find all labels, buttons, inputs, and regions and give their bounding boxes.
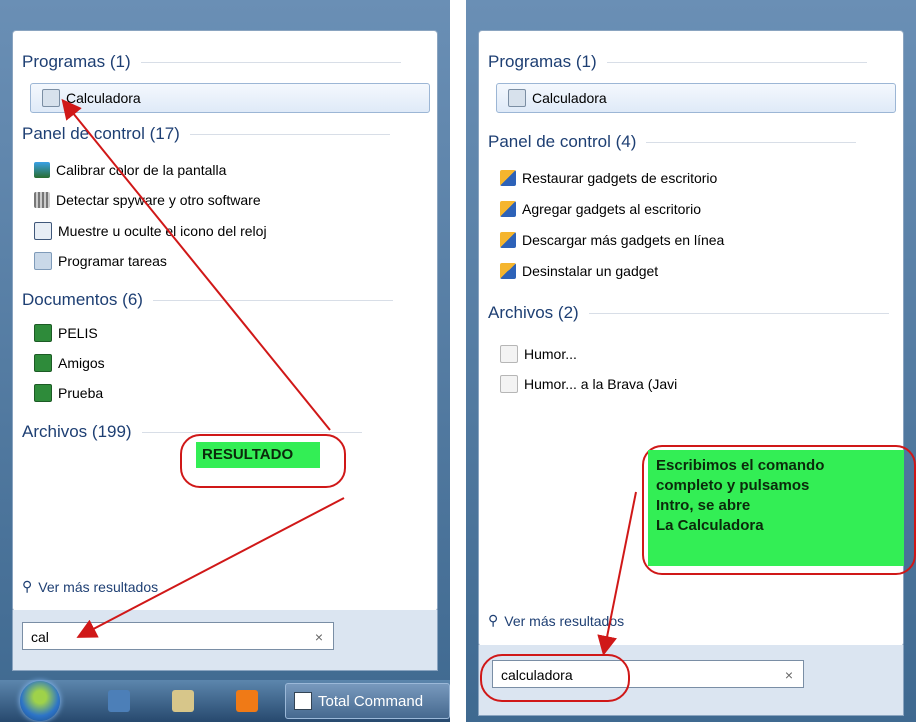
floppy-icon — [294, 692, 312, 710]
item-label: Humor... — [524, 346, 577, 362]
annotation-text: completo y pulsamos — [656, 477, 810, 494]
annotation-label: RESULTADO — [196, 442, 320, 468]
gadget-icon — [500, 170, 516, 186]
annotation-label: Escribimos el comando completo y pulsamo… — [648, 450, 904, 566]
document-item[interactable]: PELIS — [34, 324, 98, 342]
see-more-results-link[interactable]: ⚲ Ver más resultados — [22, 578, 158, 595]
scheduler-icon — [34, 252, 52, 270]
item-label: Restaurar gadgets de escritorio — [522, 170, 718, 186]
more-label: Ver más resultados — [504, 612, 625, 629]
search-icon: ⚲ — [22, 578, 33, 594]
item-label: Desinstalar un gadget — [522, 263, 659, 279]
annotation-text: RESULTADO — [202, 446, 294, 463]
control-panel-item[interactable]: Desinstalar un gadget — [500, 263, 658, 279]
mail-icon — [500, 345, 518, 363]
control-panel-item[interactable]: Detectar spyware y otro software — [34, 192, 261, 208]
control-panel-item[interactable]: Programar tareas — [34, 252, 167, 270]
item-label: Detectar spyware y otro software — [56, 192, 261, 208]
category-control-panel: Panel de control (4) — [488, 132, 857, 152]
category-control-panel: Panel de control (17) — [22, 124, 390, 144]
category-label: Panel de control (17) — [22, 124, 180, 143]
search-annotation-oval — [480, 654, 630, 702]
category-label: Documentos (6) — [22, 290, 143, 309]
mail-icon — [500, 375, 518, 393]
program-item-calculadora[interactable]: Calculadora — [42, 89, 141, 107]
search-value: cal — [31, 629, 49, 645]
gadget-icon — [500, 232, 516, 248]
category-documents: Documentos (6) — [22, 290, 393, 310]
annotation-text: Intro, se abre — [656, 497, 751, 514]
excel-icon — [34, 354, 52, 372]
annotation-text: Escribimos el comando — [656, 457, 825, 474]
see-more-results-link[interactable]: ⚲ Ver más resultados — [488, 612, 624, 629]
category-files: Archivos (2) — [488, 303, 889, 323]
start-button[interactable] — [20, 681, 60, 721]
gadget-icon — [500, 201, 516, 217]
item-label: Programar tareas — [58, 253, 167, 269]
results-pane — [12, 30, 438, 612]
calculator-icon — [42, 89, 60, 107]
ie-icon[interactable] — [108, 690, 130, 712]
item-label: Muestre u oculte el icono del reloj — [58, 223, 267, 239]
item-label: Calculadora — [66, 90, 141, 106]
document-item[interactable]: Amigos — [34, 354, 105, 372]
control-panel-item[interactable]: Agregar gadgets al escritorio — [500, 201, 701, 217]
taskbar-label: Total Command — [318, 692, 424, 710]
category-label: Programas (1) — [488, 52, 597, 71]
excel-icon — [34, 384, 52, 402]
taskbar-icon — [34, 222, 52, 240]
document-item[interactable]: Prueba — [34, 384, 103, 402]
clear-search-button[interactable]: × — [315, 623, 323, 651]
left-start-menu: Programas (1) Calculadora Panel de contr… — [0, 0, 450, 722]
category-programs: Programas (1) — [488, 52, 867, 72]
category-programs: Programas (1) — [22, 52, 401, 72]
program-item-calculadora[interactable]: Calculadora — [508, 89, 607, 107]
defender-icon — [34, 192, 50, 208]
item-label: PELIS — [58, 325, 98, 341]
more-label: Ver más resultados — [38, 578, 159, 595]
category-label: Programas (1) — [22, 52, 131, 71]
control-panel-item[interactable]: Muestre u oculte el icono del reloj — [34, 222, 267, 240]
monitor-icon — [34, 162, 50, 178]
category-label: Panel de control (4) — [488, 132, 637, 151]
gadget-icon — [500, 263, 516, 279]
taskbar-item-total-commander[interactable]: Total Command — [285, 683, 450, 719]
control-panel-item[interactable]: Calibrar color de la pantalla — [34, 162, 226, 178]
file-item[interactable]: Humor... a la Brava (Javi — [500, 375, 677, 393]
file-item[interactable]: Humor... — [500, 345, 577, 363]
item-label: Calculadora — [532, 90, 607, 106]
media-player-icon[interactable] — [236, 690, 258, 712]
control-panel-item[interactable]: Restaurar gadgets de escritorio — [500, 170, 717, 186]
category-label: Archivos (2) — [488, 303, 579, 322]
excel-icon — [34, 324, 52, 342]
right-start-menu: Programas (1) Calculadora Panel de contr… — [466, 0, 916, 722]
item-label: Descargar más gadgets en línea — [522, 232, 725, 248]
calculator-icon — [508, 89, 526, 107]
folder-icon[interactable] — [172, 690, 194, 712]
search-icon: ⚲ — [488, 612, 499, 628]
search-input[interactable]: cal × — [22, 622, 334, 650]
annotation-text: La Calculadora — [656, 517, 764, 534]
item-label: Agregar gadgets al escritorio — [522, 201, 701, 217]
item-label: Amigos — [58, 355, 105, 371]
clear-search-button[interactable]: × — [785, 661, 793, 689]
item-label: Humor... a la Brava (Javi — [524, 376, 678, 392]
item-label: Prueba — [58, 385, 104, 401]
control-panel-item[interactable]: Descargar más gadgets en línea — [500, 232, 724, 248]
item-label: Calibrar color de la pantalla — [56, 162, 227, 178]
category-label: Archivos (199) — [22, 422, 132, 441]
